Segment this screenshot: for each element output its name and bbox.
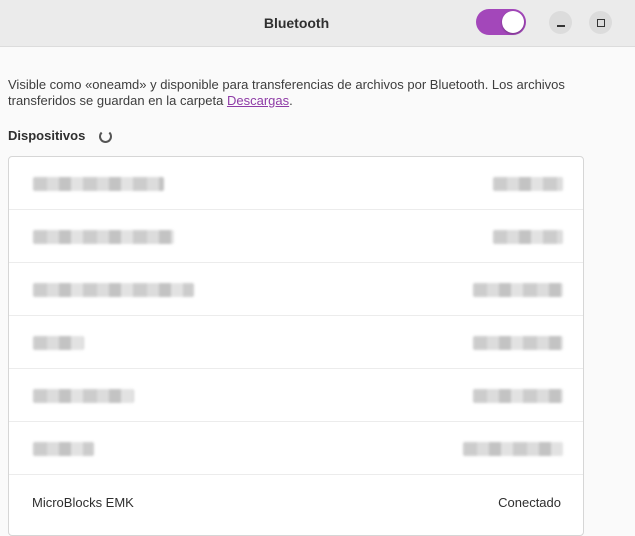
loading-spinner-icon [99,130,112,143]
redacted-device-status [473,283,563,297]
downloads-link[interactable]: Descargas [227,93,289,108]
toggle-knob [502,11,524,33]
redacted-device-name [33,336,84,350]
device-name: MicroBlocks EMK [32,495,134,510]
header-bar: Bluetooth [0,0,635,47]
redacted-device-name [33,177,164,191]
redacted-device-name [33,230,174,244]
list-item[interactable] [9,157,583,210]
bluetooth-toggle[interactable] [476,9,526,35]
devices-heading: Dispositivos [8,128,86,143]
redacted-device-name [33,389,134,403]
maximize-icon [596,18,605,27]
redacted-device-status [463,442,563,456]
device-status: Conectado [498,495,561,510]
redacted-device-status [473,389,563,403]
maximize-button[interactable] [589,11,612,34]
list-item[interactable] [9,369,583,422]
redacted-device-status [493,230,563,244]
list-item[interactable] [9,210,583,263]
list-item[interactable] [9,422,583,475]
list-item[interactable] [9,316,583,369]
redacted-device-status [493,177,563,191]
redacted-device-name [33,442,94,456]
redacted-device-status [473,336,563,350]
description-end: . [289,93,293,108]
visibility-description: Visible como «oneamd» y disponible para … [8,77,618,109]
minimize-button[interactable] [549,11,572,34]
redacted-device-name [33,283,194,297]
minimize-icon [556,24,565,27]
list-item[interactable] [9,263,583,316]
devices-list: MicroBlocks EMK Conectado [8,156,584,536]
